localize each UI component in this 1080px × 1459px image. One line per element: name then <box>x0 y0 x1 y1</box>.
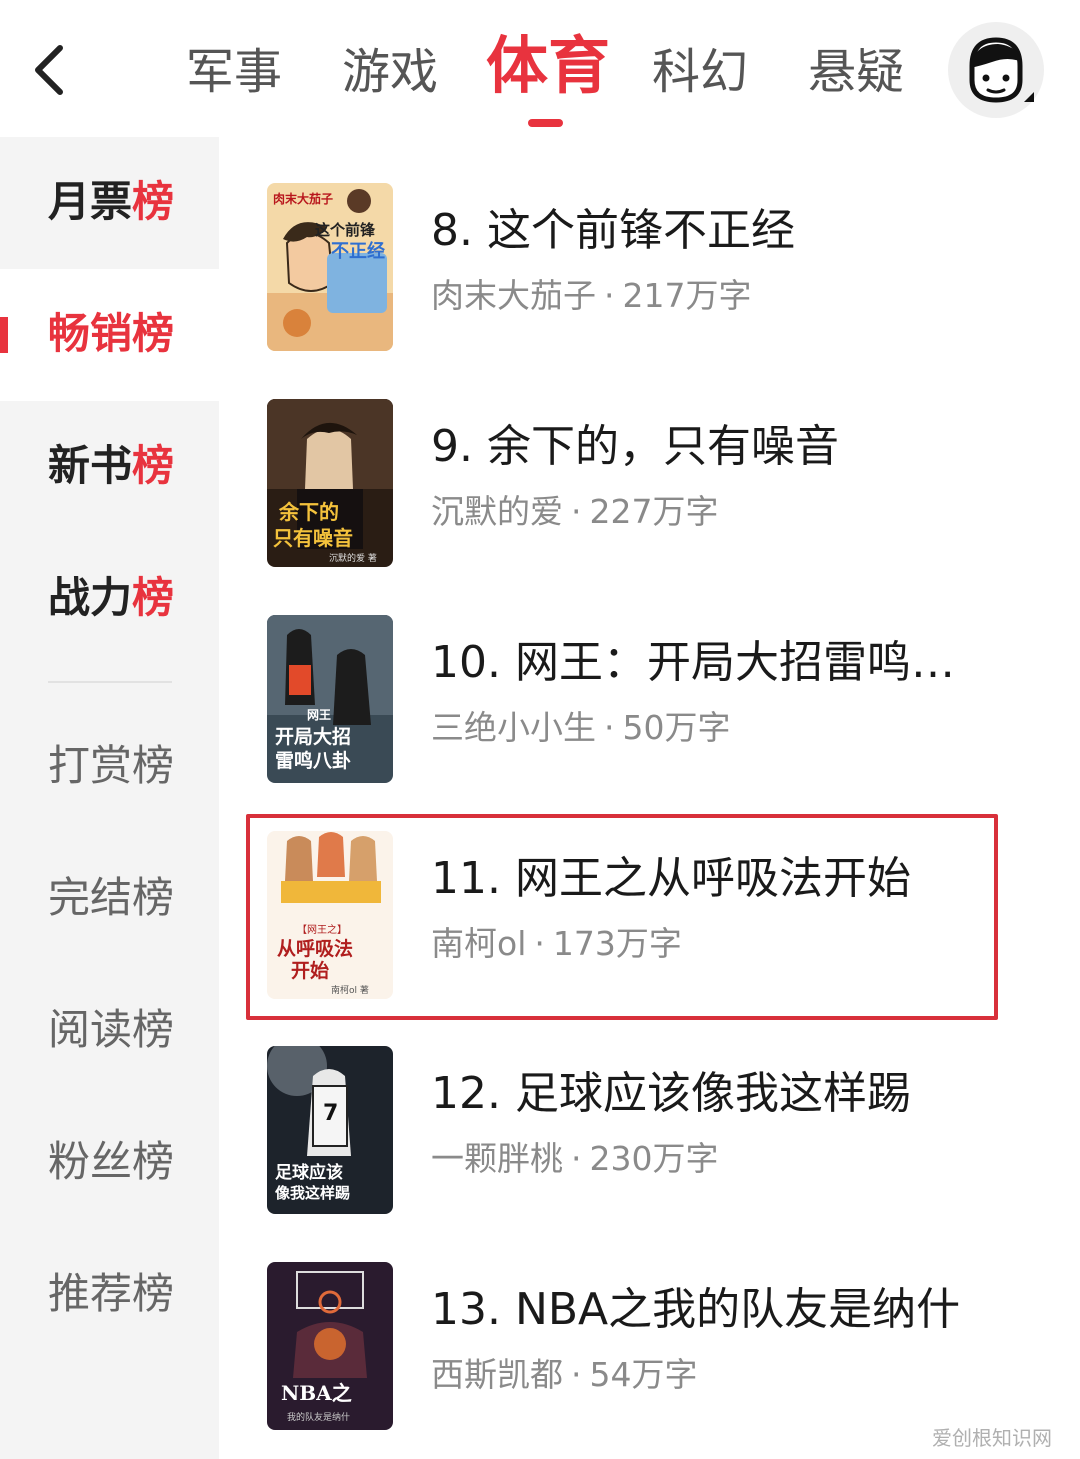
sidebar-item-completed[interactable]: 完结榜 <box>0 833 219 965</box>
sidebar-item-label: 完结榜 <box>48 873 175 922</box>
svg-text:只有噪音: 只有噪音 <box>273 526 353 550</box>
svg-text:肉末大茄子: 肉末大茄子 <box>273 191 333 206</box>
book-title: 13. NBA之我的队友是纳什 <box>431 1284 961 1335</box>
book-meta: 南柯ol · 173万字 <box>431 924 682 963</box>
book-list-item[interactable]: 余下的 只有噪音 沉默的爱 著 9. 余下的，只有噪音 沉默的爱 · 227万字 <box>219 399 1080 615</box>
book-meta: 一颗胖桃 · 230万字 <box>431 1139 719 1178</box>
svg-text:像我这样踢: 像我这样踢 <box>275 1184 350 1202</box>
sidebar-item-bestseller[interactable]: 畅销榜 <box>0 269 219 401</box>
book-author: 肉末大茄子 <box>431 276 596 315</box>
tab-sports[interactable]: 体育 <box>486 32 610 100</box>
user-avatar-icon <box>969 37 1034 103</box>
sidebar-item-label: 打赏榜 <box>48 741 175 790</box>
book-title: 8. 这个前锋不正经 <box>431 205 795 256</box>
tab-games[interactable]: 游戏 <box>342 38 438 106</box>
svg-text:余下的: 余下的 <box>278 500 339 524</box>
sidebar-item-label: 阅读榜 <box>48 1005 175 1054</box>
book-cover[interactable]: NBA之 我的队友是纳什 <box>267 1262 393 1430</box>
sidebar-item-label: 新书榜 <box>48 441 175 490</box>
tab-military[interactable]: 军事 <box>186 38 282 106</box>
book-author: 南柯ol <box>431 924 527 963</box>
sidebar-item-label: 粉丝榜 <box>48 1137 175 1186</box>
book-author: 沉默的爱 <box>431 492 563 531</box>
svg-text:从呼吸法: 从呼吸法 <box>277 937 353 960</box>
book-cover[interactable]: 7 足球应该 像我这样踢 <box>267 1046 393 1214</box>
svg-text:我的队友是纳什: 我的队友是纳什 <box>287 1411 350 1423</box>
sidebar-item-fans[interactable]: 粉丝榜 <box>0 1097 219 1229</box>
book-meta: 肉末大茄子 · 217万字 <box>431 276 752 315</box>
svg-text:开局大招: 开局大招 <box>275 725 351 748</box>
sidebar-item-new-books[interactable]: 新书榜 <box>0 401 219 533</box>
sidebar-divider <box>48 681 172 683</box>
back-button[interactable] <box>22 40 82 100</box>
svg-text:【网王之】: 【网王之】 <box>297 923 347 936</box>
sidebar-item-tips[interactable]: 打赏榜 <box>0 701 219 833</box>
sidebar-item-label: 月票榜 <box>48 177 175 226</box>
svg-text:开始: 开始 <box>291 959 329 982</box>
book-author: 三绝小小生 <box>431 708 596 747</box>
svg-text:7: 7 <box>323 1101 338 1126</box>
watermark: 爱创根知识网 <box>932 1428 1052 1450</box>
sidebar-item-power[interactable]: 战力榜 <box>0 533 219 665</box>
book-meta: 沉默的爱 · 227万字 <box>431 492 719 531</box>
book-title: 9. 余下的，只有噪音 <box>431 421 839 472</box>
sidebar-item-recommend[interactable]: 推荐榜 <box>0 1229 219 1361</box>
svg-text:这个前锋: 这个前锋 <box>315 221 376 239</box>
book-word-count: 54万字 <box>589 1355 698 1394</box>
book-title: 10. 网王：开局大招雷鸣… <box>431 637 955 688</box>
book-title: 11. 网王之从呼吸法开始 <box>431 853 911 904</box>
book-list-item[interactable]: 肉末大茄子 这个前锋 不正经 8. 这个前锋不正经 肉末大茄子 · 217万字 <box>219 183 1080 399</box>
svg-text:雷鸣八卦: 雷鸣八卦 <box>275 749 351 772</box>
book-word-count: 50万字 <box>622 708 731 747</box>
sidebar-item-label: 推荐榜 <box>48 1269 175 1318</box>
book-meta: 西斯凯都 · 54万字 <box>431 1355 698 1394</box>
chevron-left-icon <box>35 45 63 95</box>
sidebar-item-reading[interactable]: 阅读榜 <box>0 965 219 1097</box>
tab-scifi[interactable]: 科幻 <box>652 38 748 106</box>
selected-marker <box>0 317 8 353</box>
svg-text:沉默的爱 著: 沉默的爱 著 <box>329 552 377 564</box>
book-cover[interactable]: 【网王之】 从呼吸法 开始 南柯ol 著 <box>267 831 393 999</box>
book-list-item[interactable]: 7 足球应该 像我这样踢 12. 足球应该像我这样踢 一颗胖桃 · 230万字 <box>219 1046 1080 1262</box>
book-cover[interactable]: 网王 开局大招 雷鸣八卦 <box>267 615 393 783</box>
book-title: 12. 足球应该像我这样踢 <box>431 1068 911 1119</box>
book-list-item[interactable]: 【网王之】 从呼吸法 开始 南柯ol 著 11. 网王之从呼吸法开始 南柯ol ·… <box>219 831 1080 1047</box>
book-word-count: 173万字 <box>552 924 682 963</box>
svg-text:南柯ol 著: 南柯ol 著 <box>331 984 369 996</box>
tab-mystery[interactable]: 悬疑 <box>808 38 904 106</box>
book-author: 西斯凯都 <box>431 1355 563 1394</box>
top-bar: 军事 游戏 体育 科幻 悬疑 <box>0 0 1080 137</box>
book-cover[interactable]: 肉末大茄子 这个前锋 不正经 <box>267 183 393 351</box>
svg-text:不正经: 不正经 <box>331 240 385 262</box>
book-word-count: 217万字 <box>622 276 752 315</box>
book-word-count: 227万字 <box>589 492 719 531</box>
sidebar-item-label: 畅销榜 <box>48 309 175 358</box>
book-word-count: 230万字 <box>589 1139 719 1178</box>
svg-text:网王: 网王 <box>307 708 331 722</box>
book-list-item[interactable]: 网王 开局大招 雷鸣八卦 10. 网王：开局大招雷鸣… 三绝小小生 · 50万字 <box>219 615 1080 831</box>
book-author: 一颗胖桃 <box>431 1139 563 1178</box>
ranking-sidebar: 月票榜 畅销榜 新书榜 战力榜 打赏榜 完结榜 阅读榜 粉丝榜 推荐榜 <box>0 137 219 1459</box>
profile-button[interactable] <box>948 22 1044 118</box>
book-cover[interactable]: 余下的 只有噪音 沉默的爱 著 <box>267 399 393 567</box>
sidebar-item-monthly-votes[interactable]: 月票榜 <box>0 137 219 269</box>
sidebar-item-label: 战力榜 <box>48 573 175 622</box>
book-meta: 三绝小小生 · 50万字 <box>431 708 731 747</box>
svg-text:足球应该: 足球应该 <box>275 1162 343 1183</box>
svg-text:NBA之: NBA之 <box>281 1381 352 1405</box>
active-tab-indicator <box>528 119 563 127</box>
